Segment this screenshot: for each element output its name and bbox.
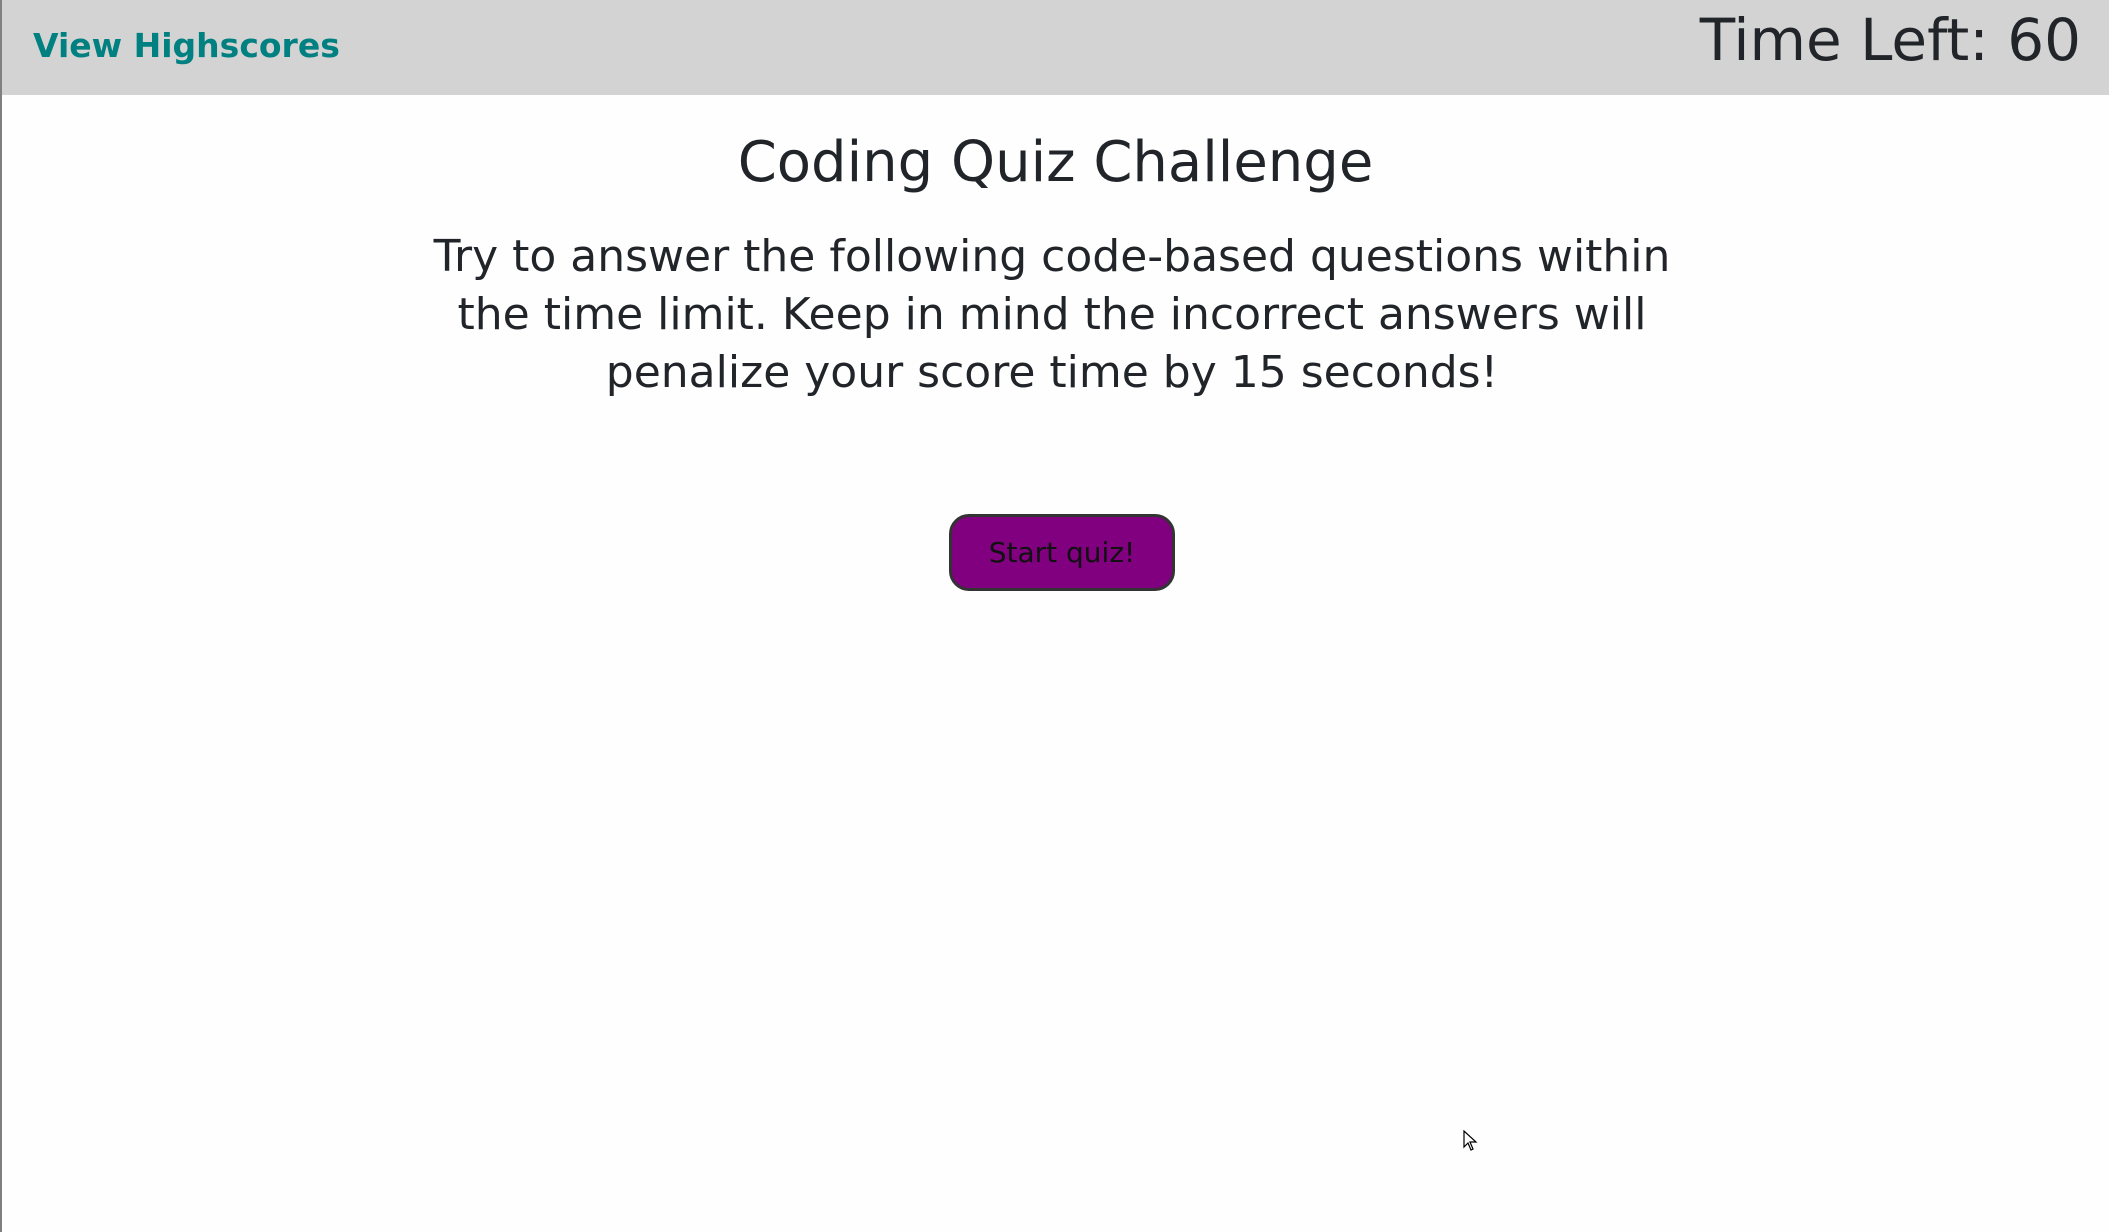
- start-quiz-button[interactable]: Start quiz!: [949, 514, 1175, 591]
- mouse-cursor-icon: [1463, 1130, 1478, 1151]
- page-title: Coding Quiz Challenge: [737, 130, 1374, 195]
- header-bar: View Highscores Time Left: 60: [2, 0, 2109, 95]
- quiz-description: Try to answer the following code-based q…: [433, 231, 1671, 398]
- view-highscores-link[interactable]: View Highscores: [33, 26, 340, 65]
- time-left-counter: Time Left: 60: [1699, 6, 2081, 74]
